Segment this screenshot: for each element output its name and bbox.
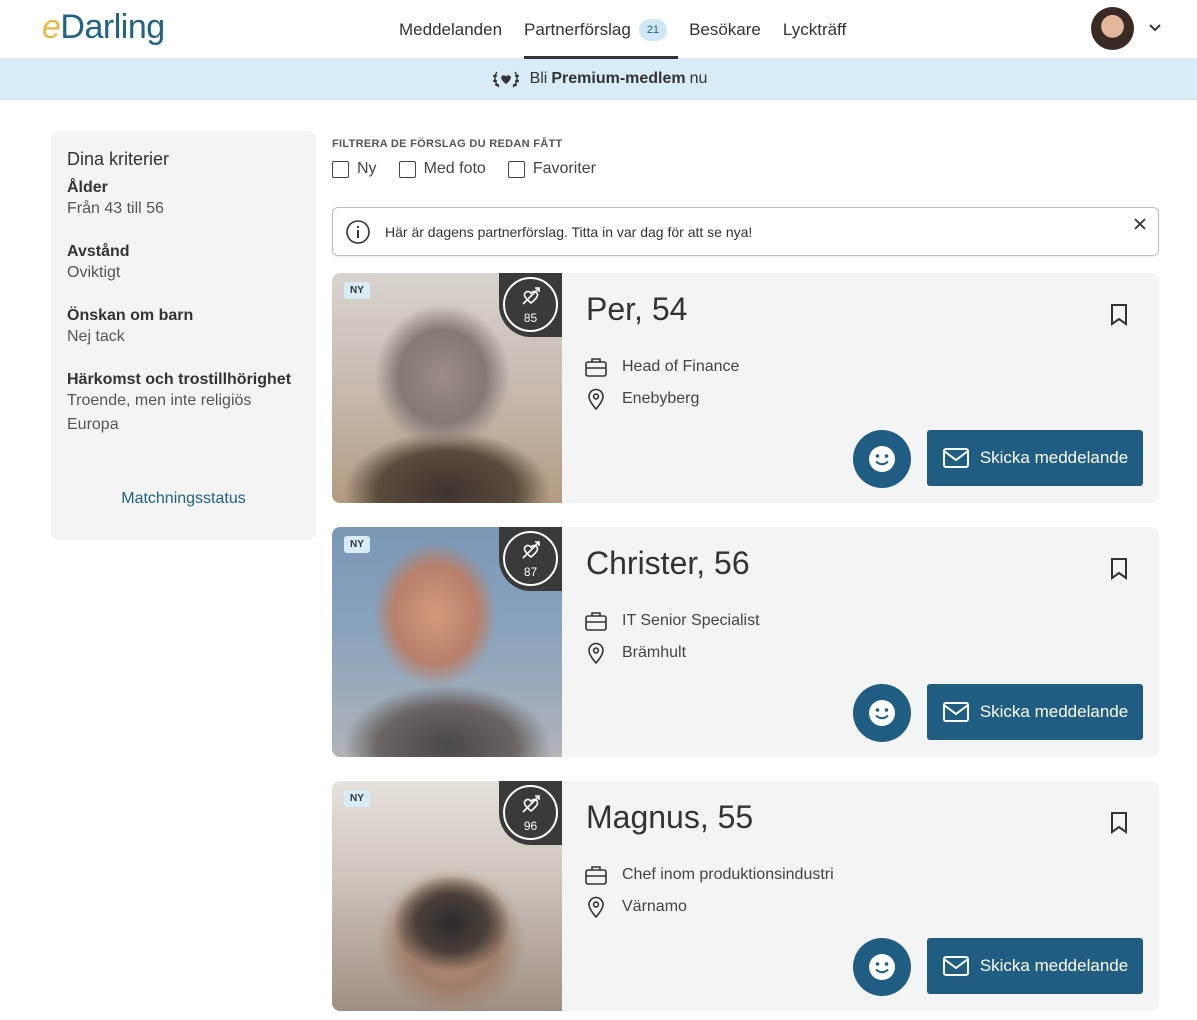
main-nav: Meddelanden Partnerförslag 21 Besökare Ly… (388, 0, 857, 59)
profile-card[interactable]: NY 96 Magnus, 55 Chef inom produktionsin… (332, 781, 1159, 1011)
profile-location: Värnamo (584, 896, 687, 918)
briefcase-icon (585, 866, 607, 885)
chevron-down-icon[interactable] (1146, 18, 1164, 36)
top-bar: eDarling Meddelanden Partnerförslag 21 Be… (0, 0, 1197, 59)
profile-name[interactable]: Per, 54 (586, 291, 687, 328)
new-badge: NY (344, 282, 370, 299)
nav-messages[interactable]: Meddelanden (388, 0, 513, 59)
match-status-link[interactable]: Matchningsstatus (51, 490, 316, 508)
close-icon[interactable] (1132, 216, 1148, 232)
send-smile-button[interactable] (853, 938, 911, 996)
criteria-title: Dina kriterier (67, 149, 170, 169)
info-notice: Här är dagens partnerförslag. Titta in v… (332, 207, 1159, 256)
profile-job: Head of Finance (584, 356, 739, 378)
envelope-icon (942, 448, 969, 468)
profile-job: Chef inom produktionsindustri (584, 864, 834, 886)
envelope-icon (942, 956, 969, 976)
criteria-distance: Avstånd Oviktigt (67, 243, 130, 281)
nav-visitors[interactable]: Besökare (678, 0, 772, 59)
heart-arrow-icon (522, 795, 540, 813)
filter-new-checkbox[interactable]: Ny (332, 160, 377, 178)
criteria-origin-religion: Härkomst och trostillhörighet Troende, m… (67, 371, 292, 433)
profile-card[interactable]: NY 87 Christer, 56 IT Senior Specialist … (332, 527, 1159, 757)
send-smile-button[interactable] (853, 684, 911, 742)
premium-banner[interactable]: Bli Premium-medlem nu (0, 59, 1197, 100)
filter-favorites-checkbox[interactable]: Favoriter (507, 160, 596, 178)
location-pin-icon (588, 896, 604, 918)
nav-lucky-match[interactable]: Lyckträff (772, 0, 857, 59)
profile-location: Brämhult (584, 642, 686, 664)
criteria-panel: Dina kriterier Ålder Från 43 till 56 Avs… (51, 131, 316, 540)
smiley-icon (869, 446, 895, 472)
heart-arrow-icon (522, 287, 540, 305)
filter-title: FILTRERA DE FÖRSLAG DU REDAN FÅTT (332, 138, 563, 150)
location-pin-icon (588, 642, 604, 664)
briefcase-icon (585, 612, 607, 631)
briefcase-icon (585, 358, 607, 377)
send-message-button[interactable]: Skicka meddelande (927, 684, 1143, 740)
new-badge: NY (344, 790, 370, 807)
heart-arrow-icon (522, 541, 540, 559)
nav-partner-suggestions[interactable]: Partnerförslag 21 (513, 0, 679, 59)
profile-card[interactable]: NY 85 Per, 54 Head of Finance Enebyberg … (332, 273, 1159, 503)
match-score: 96 (499, 781, 562, 845)
edarling-logo[interactable]: eDarling (42, 8, 165, 47)
smiley-icon (869, 954, 895, 980)
match-score: 87 (499, 527, 562, 591)
location-pin-icon (588, 388, 604, 410)
send-message-button[interactable]: Skicka meddelande (927, 430, 1143, 486)
user-avatar[interactable] (1091, 7, 1134, 50)
laurel-heart-icon (492, 71, 519, 88)
send-message-button[interactable]: Skicka meddelande (927, 938, 1143, 994)
profile-location: Enebyberg (584, 388, 699, 410)
bookmark-icon[interactable] (1109, 557, 1129, 581)
filter-options: Ny Med foto Favoriter (332, 160, 618, 178)
envelope-icon (942, 702, 969, 722)
bookmark-icon[interactable] (1109, 303, 1129, 327)
filter-with-photo-checkbox[interactable]: Med foto (398, 160, 486, 178)
smiley-icon (869, 700, 895, 726)
match-score: 85 (499, 273, 562, 337)
info-icon (346, 219, 370, 244)
profile-name[interactable]: Christer, 56 (586, 545, 750, 582)
suggestions-count-badge: 21 (638, 18, 668, 41)
send-smile-button[interactable] (853, 430, 911, 488)
bookmark-icon[interactable] (1109, 811, 1129, 835)
criteria-age: Ålder Från 43 till 56 (67, 179, 164, 217)
profile-job: IT Senior Specialist (584, 610, 760, 632)
criteria-children: Önskan om barn Nej tack (67, 307, 194, 345)
new-badge: NY (344, 536, 370, 553)
profile-name[interactable]: Magnus, 55 (586, 799, 753, 836)
